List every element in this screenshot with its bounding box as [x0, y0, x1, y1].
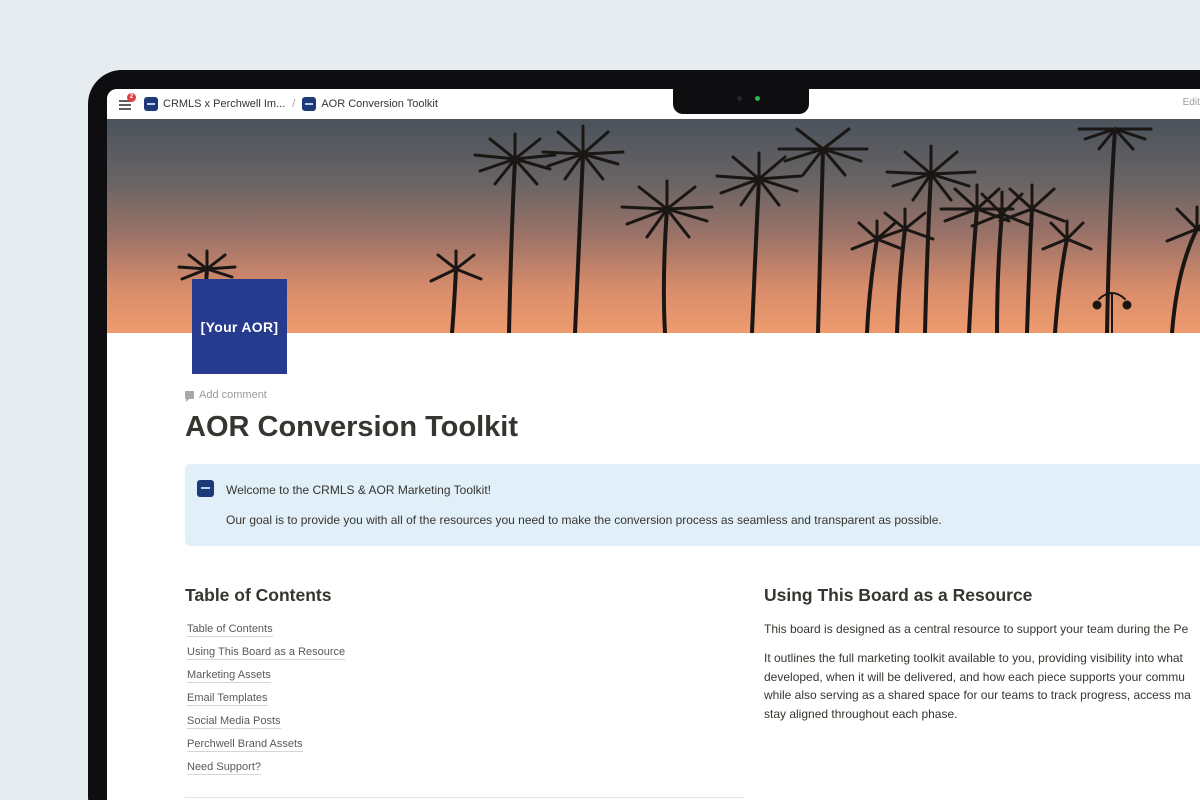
table-of-contents: Table of Contents Using This Board as a …	[187, 623, 346, 784]
callout-heading: Welcome to the CRMLS & AOR Marketing Too…	[226, 483, 491, 497]
resource-paragraph-2-line: stay aligned throughout each phase.	[764, 706, 958, 721]
camera-indicator-light	[755, 96, 760, 101]
workspace-logo-icon	[144, 97, 158, 111]
breadcrumb-parent-label: CRMLS x Perchwell Im...	[163, 98, 286, 110]
toc-heading: Table of Contents	[185, 585, 332, 605]
resource-paragraph-2-line: developed, when it will be delivered, an…	[764, 669, 1185, 684]
toc-item[interactable]: Marketing Assets	[187, 669, 345, 692]
notification-badge: 2	[127, 93, 136, 102]
comment-icon	[185, 391, 194, 402]
breadcrumb-separator: /	[292, 98, 296, 110]
page-icon-aor[interactable]: [Your AOR]	[192, 279, 287, 374]
toc-item[interactable]: Social Media Posts	[187, 715, 345, 738]
page-icon-label: [Your AOR]	[200, 318, 279, 335]
resource-heading: Using This Board as a Resource	[764, 585, 1033, 605]
breadcrumb-current[interactable]: AOR Conversion Toolkit	[302, 97, 438, 111]
toc-item[interactable]: Need Support?	[187, 761, 345, 784]
toc-item[interactable]: Perchwell Brand Assets	[187, 738, 345, 761]
callout-body: Our goal is to provide you with all of t…	[226, 513, 942, 527]
breadcrumb-parent[interactable]: CRMLS x Perchwell Im...	[144, 97, 285, 111]
resource-paragraph-2-line: It outlines the full marketing toolkit a…	[764, 651, 1183, 665]
page-logo-icon	[302, 97, 317, 111]
edited-status: Edited	[1182, 97, 1200, 108]
breadcrumb-current-label: AOR Conversion Toolkit	[321, 98, 438, 110]
app-screen: 2 CRMLS x Perchwell Im... / AOR Conversi…	[107, 89, 1200, 800]
welcome-callout: Welcome to the CRMLS & AOR Marketing Too…	[185, 464, 1200, 546]
sidebar-menu-icon[interactable]: 2	[119, 93, 136, 110]
resource-paragraph-1: This board is designed as a central reso…	[764, 622, 1189, 636]
callout-logo-icon	[197, 480, 214, 497]
add-comment-button[interactable]: Add comment	[185, 389, 267, 402]
toc-item[interactable]: Email Templates	[187, 692, 345, 715]
camera-lens	[737, 96, 742, 101]
section-divider	[185, 797, 745, 798]
toc-item[interactable]: Using This Board as a Resource	[187, 646, 346, 669]
camera-notch	[673, 89, 809, 114]
add-comment-label: Add comment	[199, 389, 267, 401]
toc-item[interactable]: Table of Contents	[187, 623, 345, 646]
page-title[interactable]: AOR Conversion Toolkit	[185, 411, 518, 444]
resource-paragraph-2-line: while also serving as a shared space for…	[764, 688, 1191, 702]
resource-paragraph-2: It outlines the full marketing toolkit a…	[764, 649, 1191, 723]
top-bar: 2 CRMLS x Perchwell Im... / AOR Conversi…	[107, 89, 1200, 119]
